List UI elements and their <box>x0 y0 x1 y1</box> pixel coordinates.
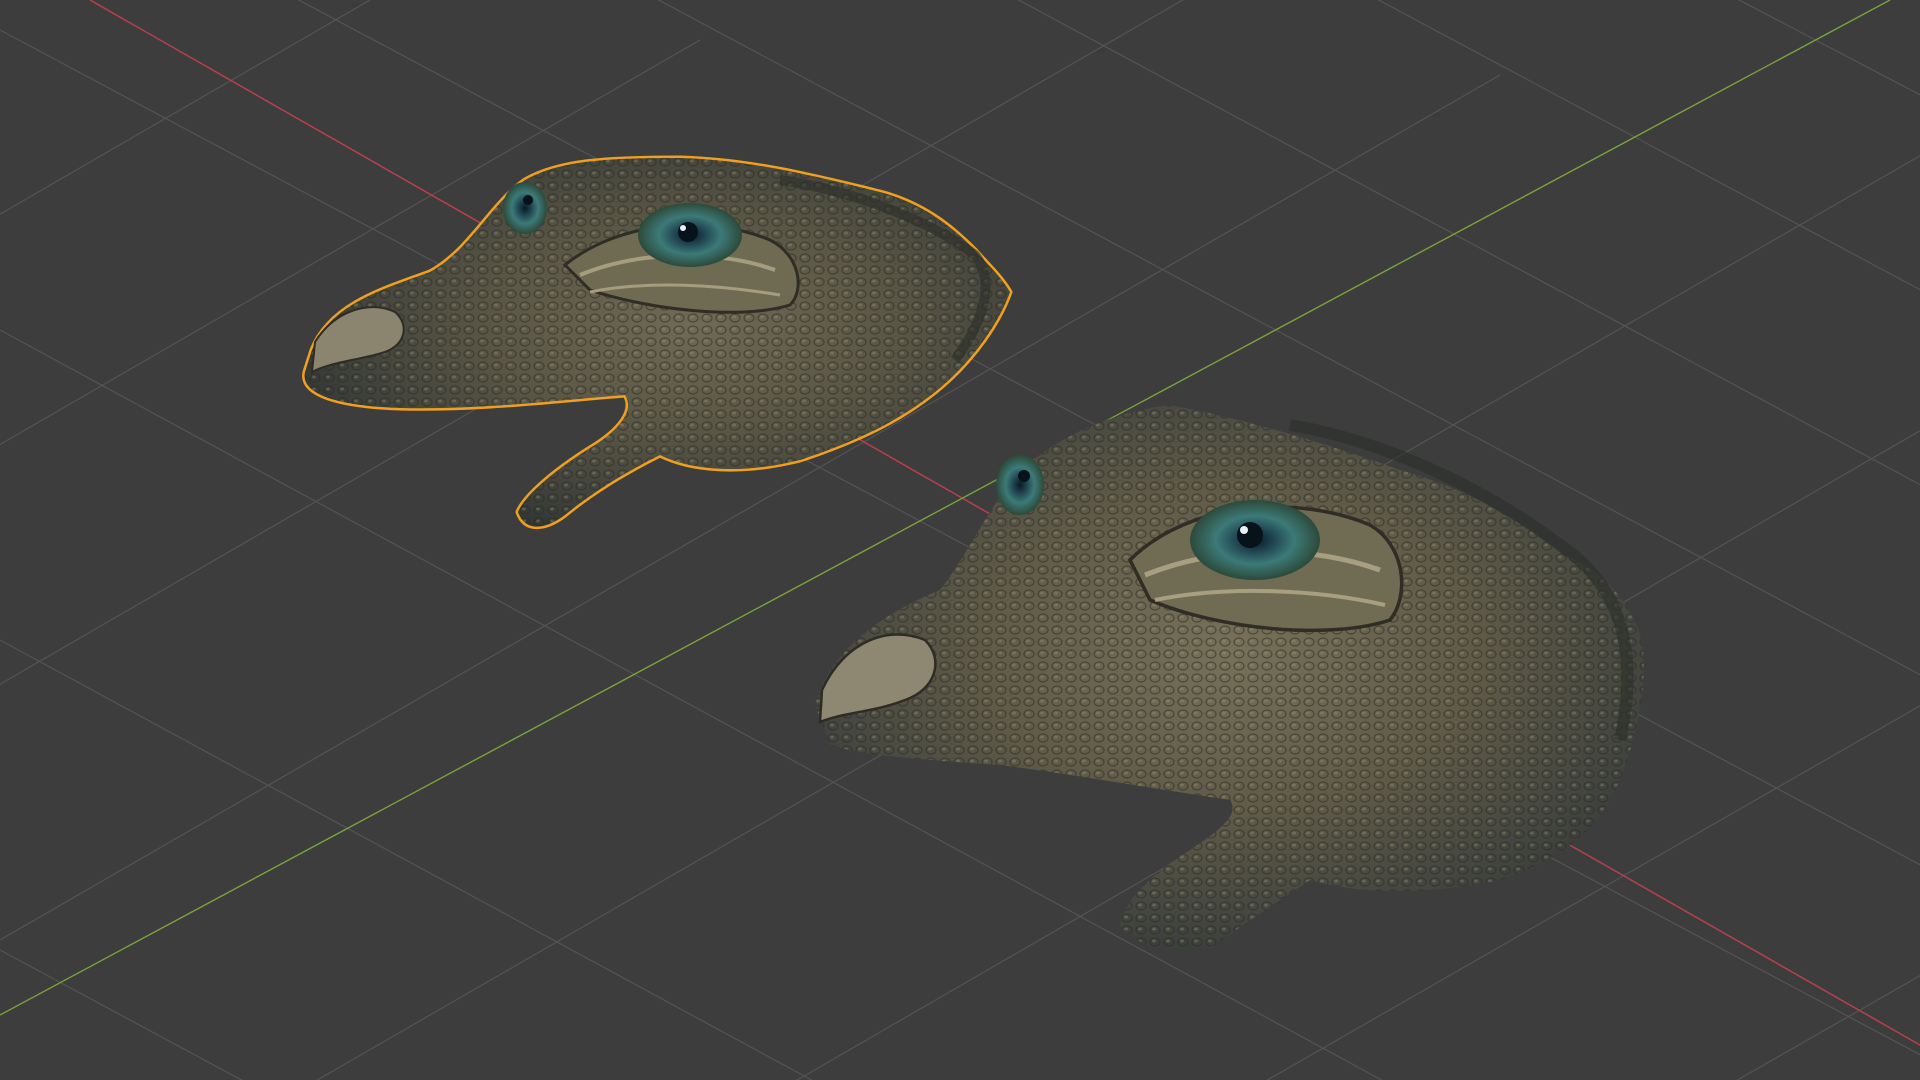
eye-small <box>996 455 1044 515</box>
creature-head-object[interactable] <box>815 405 1644 950</box>
3d-viewport[interactable] <box>0 0 1920 1080</box>
eye-small <box>503 182 547 234</box>
scale-texture <box>815 405 1644 950</box>
creature-head-object-selected[interactable] <box>302 155 1013 530</box>
floor-grid <box>0 0 1920 1080</box>
viewport-scene[interactable] <box>0 0 1920 1080</box>
